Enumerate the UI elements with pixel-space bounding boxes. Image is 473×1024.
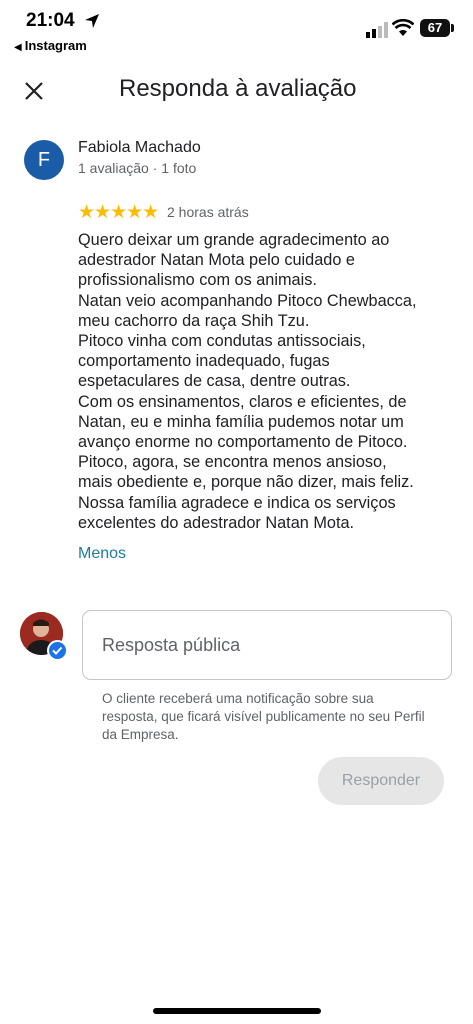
review-time: 2 horas atrás — [167, 204, 249, 220]
review-text-line: avanço enorme no comportamento de Pitoco… — [78, 433, 408, 452]
review-text-line: Pitoco, agora, se encontra menos ansioso… — [78, 453, 387, 472]
reviewer-avatar: F — [24, 140, 64, 180]
verified-badge-icon — [47, 640, 68, 661]
review-text-line: Nossa família agradece e indica os servi… — [78, 493, 396, 512]
page-title: Responda à avaliação — [119, 75, 357, 102]
location-arrow-icon — [85, 14, 99, 28]
home-indicator[interactable] — [153, 1008, 321, 1014]
review-text-line: excelentes do adestrador Natan Mota. — [78, 513, 355, 532]
battery-tip — [451, 24, 454, 32]
wifi-icon — [392, 19, 414, 36]
back-triangle-icon: ◀ — [14, 42, 22, 53]
review-text-line: adestrador Natan Mota pelo cuidado e — [78, 251, 355, 270]
review-text-line: comportamento inadequado, fugas — [78, 352, 330, 371]
review-text-line: Com os ensinamentos, claros e eficientes… — [78, 392, 407, 411]
review-text: Quero deixar um grande agradecimento ao … — [78, 230, 428, 533]
reviewer-meta: 1 avaliação · 1 foto — [78, 160, 197, 176]
review-text-line: Natan, eu e minha família pudemos notar … — [78, 412, 404, 431]
review-text-line: Pitoco vinha com condutas antissociais, — [78, 332, 366, 351]
cellular-signal-icon — [366, 22, 388, 38]
reviewer-name: Fabiola Machado — [78, 139, 201, 156]
reply-notice: O cliente receberá uma notificação sobre… — [102, 691, 425, 742]
review-text-line: meu cachorro da raça Shih Tzu. — [78, 311, 310, 330]
close-icon[interactable] — [22, 79, 46, 103]
back-to-app-link[interactable]: ◀ Instagram — [14, 38, 87, 53]
back-app-label: Instagram — [24, 38, 87, 53]
respond-button[interactable]: Responder — [318, 757, 444, 805]
public-reply-input[interactable] — [82, 610, 452, 680]
review-text-line: mais obediente e, porque não dizer, mais… — [78, 473, 414, 492]
review-text-line: espetaculares de casa, dentre outras. — [78, 372, 351, 391]
rating-stars: ★★★★★ — [78, 202, 159, 223]
status-bar: 21:04 ◀ Instagram 67 — [0, 0, 473, 60]
battery-indicator: 67 — [420, 19, 450, 37]
status-time: 21:04 — [26, 10, 75, 31]
review-text-line: profissionalismo com os animais. — [78, 271, 317, 290]
review-text-line: Quero deixar um grande agradecimento ao — [78, 231, 390, 249]
show-less-link[interactable]: Menos — [78, 545, 126, 563]
review-text-line: Natan veio acompanhando Pitoco Chewbacca… — [78, 291, 417, 310]
